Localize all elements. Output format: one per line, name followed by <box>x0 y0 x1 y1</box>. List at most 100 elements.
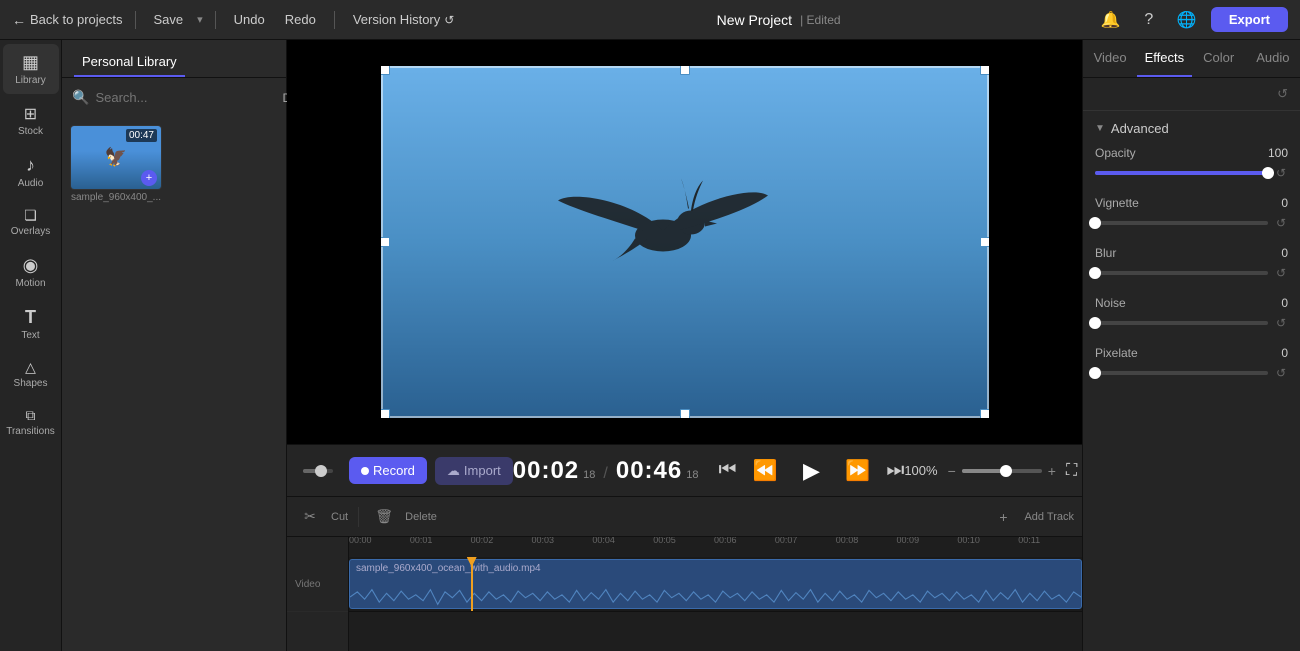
topbar-right: 🔔 ? 🌐 Export <box>1097 6 1288 34</box>
opacity-property: Opacity 100 ↺ <box>1095 146 1288 182</box>
clip-label: sample_960x400_ocean_with_audio.mp4 <box>356 563 541 574</box>
tick-10: 00:10 <box>957 537 980 545</box>
delete-tool-button[interactable]: 🗑 <box>369 503 399 531</box>
cut-icon: ✂ <box>304 508 316 525</box>
back-button[interactable]: ← Back to projects <box>12 12 123 28</box>
help-icon[interactable]: ? <box>1135 6 1163 34</box>
noise-reset-icon[interactable]: ↺ <box>1274 314 1288 332</box>
tab-color[interactable]: Color <box>1192 40 1246 77</box>
vignette-thumb[interactable] <box>1089 217 1101 229</box>
pixelate-reset-icon[interactable]: ↺ <box>1274 364 1288 382</box>
pixelate-name: Pixelate <box>1095 346 1138 360</box>
search-input[interactable] <box>95 90 271 105</box>
opacity-slider-row: ↺ <box>1095 164 1288 182</box>
fullscreen-button[interactable]: ⛶ <box>1066 462 1077 480</box>
sidebar-item-transitions[interactable]: ⧉ Transitions <box>3 399 59 445</box>
zoom-out-icon[interactable]: − <box>948 463 956 479</box>
resize-handle-bl[interactable] <box>381 409 390 418</box>
play-button[interactable]: ▶ <box>793 453 829 489</box>
undo-button[interactable]: Undo <box>228 9 271 30</box>
record-button[interactable]: Record <box>349 457 427 484</box>
add-track-icon: + <box>999 509 1007 525</box>
personal-library-tab[interactable]: Personal Library <box>74 48 185 77</box>
version-history-button[interactable]: Version History ↺ <box>347 9 460 30</box>
tick-9: 00:09 <box>897 537 920 545</box>
sidebar-item-overlays[interactable]: ❏ Overlays <box>3 199 59 245</box>
add-to-timeline-button[interactable]: + <box>141 170 157 186</box>
blur-value: 0 <box>1281 246 1288 260</box>
rewind-button[interactable]: ⏪ <box>753 458 778 483</box>
opacity-thumb[interactable] <box>1262 167 1274 179</box>
tab-audio[interactable]: Audio <box>1246 40 1300 77</box>
audio-icon: ♪ <box>26 155 35 176</box>
redo-button[interactable]: Redo <box>279 9 322 30</box>
tab-effects-label: Effects <box>1145 50 1185 65</box>
resize-handle-tl[interactable] <box>381 66 390 75</box>
topbar-divider-1 <box>135 11 136 29</box>
opacity-slider[interactable] <box>1095 171 1268 175</box>
sidebar-item-stock[interactable]: ⊞ Stock <box>3 96 59 145</box>
noise-property: Noise 0 ↺ <box>1095 296 1288 332</box>
section-reset-icon[interactable]: ↺ <box>1277 86 1288 102</box>
resize-handle-tc[interactable] <box>680 66 690 75</box>
zoom-range-thumb[interactable] <box>1000 465 1012 477</box>
zoom-thumb-small[interactable] <box>315 465 327 477</box>
vignette-reset-icon[interactable]: ↺ <box>1274 214 1288 232</box>
total-time: 00:46 <box>616 457 682 485</box>
tab-video[interactable]: Video <box>1083 40 1137 77</box>
tick-3: 00:03 <box>532 537 555 545</box>
sidebar-label-stock: Stock <box>18 126 43 137</box>
notifications-icon[interactable]: 🔔 <box>1097 6 1125 34</box>
noise-value: 0 <box>1281 296 1288 310</box>
resize-handle-mr[interactable] <box>980 237 989 247</box>
save-button[interactable]: Save <box>148 9 190 30</box>
add-track-button[interactable]: + <box>988 503 1018 531</box>
blur-reset-icon[interactable]: ↺ <box>1274 264 1288 282</box>
advanced-section-header[interactable]: ▼ Advanced <box>1095 121 1288 136</box>
sidebar-label-motion: Motion <box>15 278 45 289</box>
vignette-label-row: Vignette 0 <box>1095 196 1288 210</box>
tab-effects[interactable]: Effects <box>1137 40 1191 77</box>
sidebar-item-motion[interactable]: ◉ Motion <box>3 247 59 297</box>
version-history-label: Version History <box>353 12 440 27</box>
sidebar-item-library[interactable]: ▦ Library <box>3 44 59 94</box>
playhead[interactable] <box>471 557 473 611</box>
noise-thumb[interactable] <box>1089 317 1101 329</box>
vignette-slider[interactable] <box>1095 221 1268 225</box>
skip-to-start-button[interactable]: ⏮ <box>719 459 737 482</box>
blur-name: Blur <box>1095 246 1116 260</box>
language-icon[interactable]: 🌐 <box>1173 6 1201 34</box>
export-button[interactable]: Export <box>1211 7 1288 32</box>
sidebar-item-text[interactable]: T Text <box>3 299 59 349</box>
media-thumbnail[interactable]: 🦅 00:47 + <box>70 125 162 190</box>
save-dropdown-icon[interactable]: ▾ <box>197 13 203 26</box>
ruler-spacer <box>287 537 348 557</box>
pixelate-thumb[interactable] <box>1089 367 1101 379</box>
topbar-left: ← Back to projects Save ▾ Undo Redo Vers… <box>12 9 460 30</box>
playback-controls: ⏮ ⏪ ▶ ⏩ ⏭ <box>719 453 905 489</box>
sidebar-item-audio[interactable]: ♪ Audio <box>3 147 59 197</box>
resize-handle-ml[interactable] <box>381 237 390 247</box>
resize-handle-bc[interactable] <box>680 409 690 418</box>
fast-forward-button[interactable]: ⏩ <box>845 458 870 483</box>
sidebar-label-text: Text <box>21 330 39 341</box>
library-panel: Personal Library 🔍 Date ▾ ⊟ 🦅 00:47 + sa… <box>62 40 287 651</box>
skip-to-end-button[interactable]: ⏭ <box>886 459 904 482</box>
opacity-reset-icon[interactable]: ↺ <box>1274 164 1288 182</box>
import-button[interactable]: ☁ Import <box>435 457 513 485</box>
video-clip[interactable]: sample_960x400_ocean_with_audio.mp4 <box>349 559 1082 609</box>
import-cloud-icon: ☁ <box>447 463 460 479</box>
tick-2: 00:02 <box>471 537 494 545</box>
blur-slider[interactable] <box>1095 271 1268 275</box>
resize-handle-tr[interactable] <box>980 66 989 75</box>
zoom-in-icon[interactable]: + <box>1048 463 1056 479</box>
sidebar-item-shapes[interactable]: △ Shapes <box>3 351 59 397</box>
zoom-range-input[interactable] <box>962 469 1042 473</box>
blur-thumb[interactable] <box>1089 267 1101 279</box>
resize-handle-br[interactable] <box>980 409 989 418</box>
pixelate-slider[interactable] <box>1095 371 1268 375</box>
zoom-track-left[interactable] <box>303 469 333 473</box>
vignette-value: 0 <box>1281 196 1288 210</box>
cut-tool-button[interactable]: ✂ <box>295 503 325 531</box>
noise-slider[interactable] <box>1095 321 1268 325</box>
